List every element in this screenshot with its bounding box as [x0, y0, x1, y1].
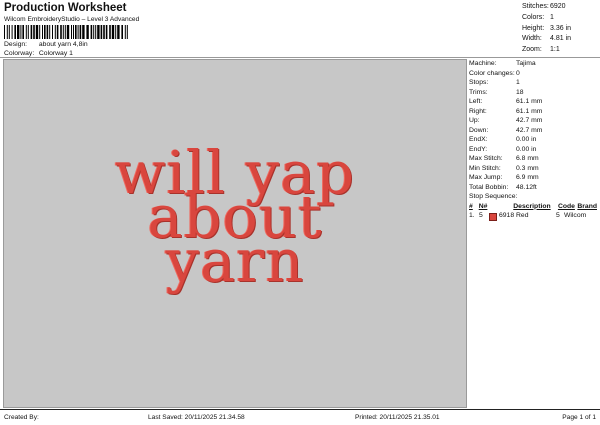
stop-code-id: 6918	[499, 212, 515, 219]
info-label: Right:	[469, 107, 487, 115]
info-row: Max Jump: 6.9 mm	[469, 173, 597, 183]
worksheet-title: Production Worksheet	[4, 2, 127, 14]
stat-label: Stitches:	[522, 3, 549, 10]
info-value: 6.9 mm	[516, 174, 539, 181]
info-label: EndX:	[469, 136, 488, 143]
stat-row: Zoom: 1:1	[522, 45, 590, 56]
page-footer: Created By: Last Saved: 20/11/2025 21.34…	[0, 409, 600, 425]
info-row: Up: 42.7 mm	[469, 116, 597, 126]
stat-label: Width:	[522, 35, 542, 43]
stat-row: Colors: 1	[522, 13, 590, 24]
info-row: EndY: 0.00 in	[469, 145, 597, 155]
info-value: 42.7 mm	[516, 117, 543, 124]
info-row: Min Stitch: 0.3 mm	[469, 164, 597, 174]
info-row: Trims: 18	[469, 88, 597, 98]
col-header-brand: Brand	[577, 202, 597, 210]
col-header-num: #	[469, 202, 473, 210]
stop-needle: 5	[479, 212, 483, 219]
info-row: Color changes: 0	[469, 69, 597, 79]
design-stats: Stitches: 6920 Colors: 1 Height: 3.36 in Wi…	[522, 2, 590, 56]
info-row: Stops: 1	[469, 78, 597, 88]
info-row: EndX: 0.00 in	[469, 135, 597, 145]
info-value: 1	[516, 79, 520, 86]
info-row: Right: 61.1 mm	[469, 107, 597, 117]
design-preview: will yap about yarn	[3, 59, 467, 408]
stat-label: Zoom:	[522, 46, 542, 54]
stat-value: 4.81 in	[550, 35, 572, 43]
colorway-label: Colorway:	[4, 50, 35, 57]
design-line: yarn	[165, 226, 305, 295]
info-value: 61.1 mm	[516, 98, 543, 105]
info-label: Stops:	[469, 79, 489, 86]
info-label: Trims:	[469, 88, 488, 96]
info-label: Left:	[469, 98, 483, 105]
stat-row: Height: 3.36 in	[522, 24, 590, 35]
col-header-code: Code	[557, 202, 575, 210]
stop-sequence-row: 1. 5 6918 Red 5 Wilcom	[469, 211, 597, 221]
info-label: Color changes:	[469, 69, 515, 77]
stop-sequence-header: # N# Description Code Brand	[469, 202, 597, 212]
info-label: Max Stitch:	[469, 155, 503, 162]
info-label: Down:	[469, 126, 489, 134]
stat-label: Colors:	[522, 13, 545, 21]
footer-created-by: Created By:	[4, 414, 39, 421]
stat-label: Height:	[522, 24, 545, 32]
info-value: 42.7 mm	[516, 126, 543, 134]
col-header-description: Description	[513, 202, 551, 210]
info-row: Down: 42.7 mm	[469, 126, 597, 136]
info-value: 6.8 mm	[516, 155, 539, 162]
info-value: 61.1 mm	[516, 107, 543, 115]
colorway-value: Colorway 1	[38, 50, 73, 57]
software-subtitle: Wilcom EmbroideryStudio – Level 3 Advanc…	[4, 16, 140, 23]
design-value: about yarn 4,8in	[38, 41, 88, 48]
stop-brand: Wilcom	[564, 212, 587, 219]
footer-last-saved: Last Saved: 20/11/2025 21.34.58	[148, 414, 245, 421]
thread-color-swatch	[489, 212, 497, 221]
stat-row: Stitches: 6920	[522, 2, 590, 13]
design-row: Design: about yarn 4,8in	[4, 41, 88, 48]
info-label: Total Bobbin:	[469, 183, 509, 191]
info-row: Total Bobbin: 48.12ft	[469, 183, 597, 193]
info-value: Tajima	[516, 60, 536, 67]
info-label: Min Stitch:	[469, 164, 501, 172]
info-label: EndY:	[469, 145, 488, 153]
footer-page: Page 1 of 1	[562, 414, 596, 421]
header-divider	[0, 57, 600, 58]
info-value: 0.3 mm	[516, 164, 539, 172]
info-value: 0.00 in	[516, 145, 537, 153]
stop-description: Red	[516, 212, 529, 219]
info-value: 0	[516, 69, 520, 77]
machine-info-panel: Machine: Tajima Color changes: 0 Stops: 1 T…	[469, 59, 597, 221]
stat-value: 1	[550, 13, 554, 21]
col-header-needle: N#	[478, 202, 488, 210]
info-label: Max Jump:	[469, 174, 503, 181]
stop-code: 5	[556, 212, 560, 219]
info-value: 48.12ft	[516, 183, 537, 191]
colorway-row: Colorway: Colorway 1	[4, 50, 73, 57]
info-label: Machine:	[469, 60, 497, 67]
stat-value: 1:1	[550, 46, 560, 54]
stat-value: 6920	[550, 3, 566, 10]
barcode-image	[4, 25, 128, 39]
embroidery-design-text: will yap about yarn	[4, 143, 466, 295]
footer-printed: Printed: 20/11/2025 21.35.01	[355, 414, 440, 421]
design-label: Design:	[4, 41, 28, 48]
info-value: 0.00 in	[516, 136, 537, 143]
info-value: 18	[516, 88, 524, 96]
info-row: Machine: Tajima	[469, 59, 597, 69]
info-label: Up:	[469, 117, 480, 124]
stat-row: Width: 4.81 in	[522, 34, 590, 45]
stop-sequence-title: Stop Sequence:	[469, 193, 518, 200]
stop-num: 1.	[469, 212, 475, 219]
info-row: Max Stitch: 6.8 mm	[469, 154, 597, 164]
info-row: Left: 61.1 mm	[469, 97, 597, 107]
stat-value: 3.36 in	[550, 24, 572, 32]
